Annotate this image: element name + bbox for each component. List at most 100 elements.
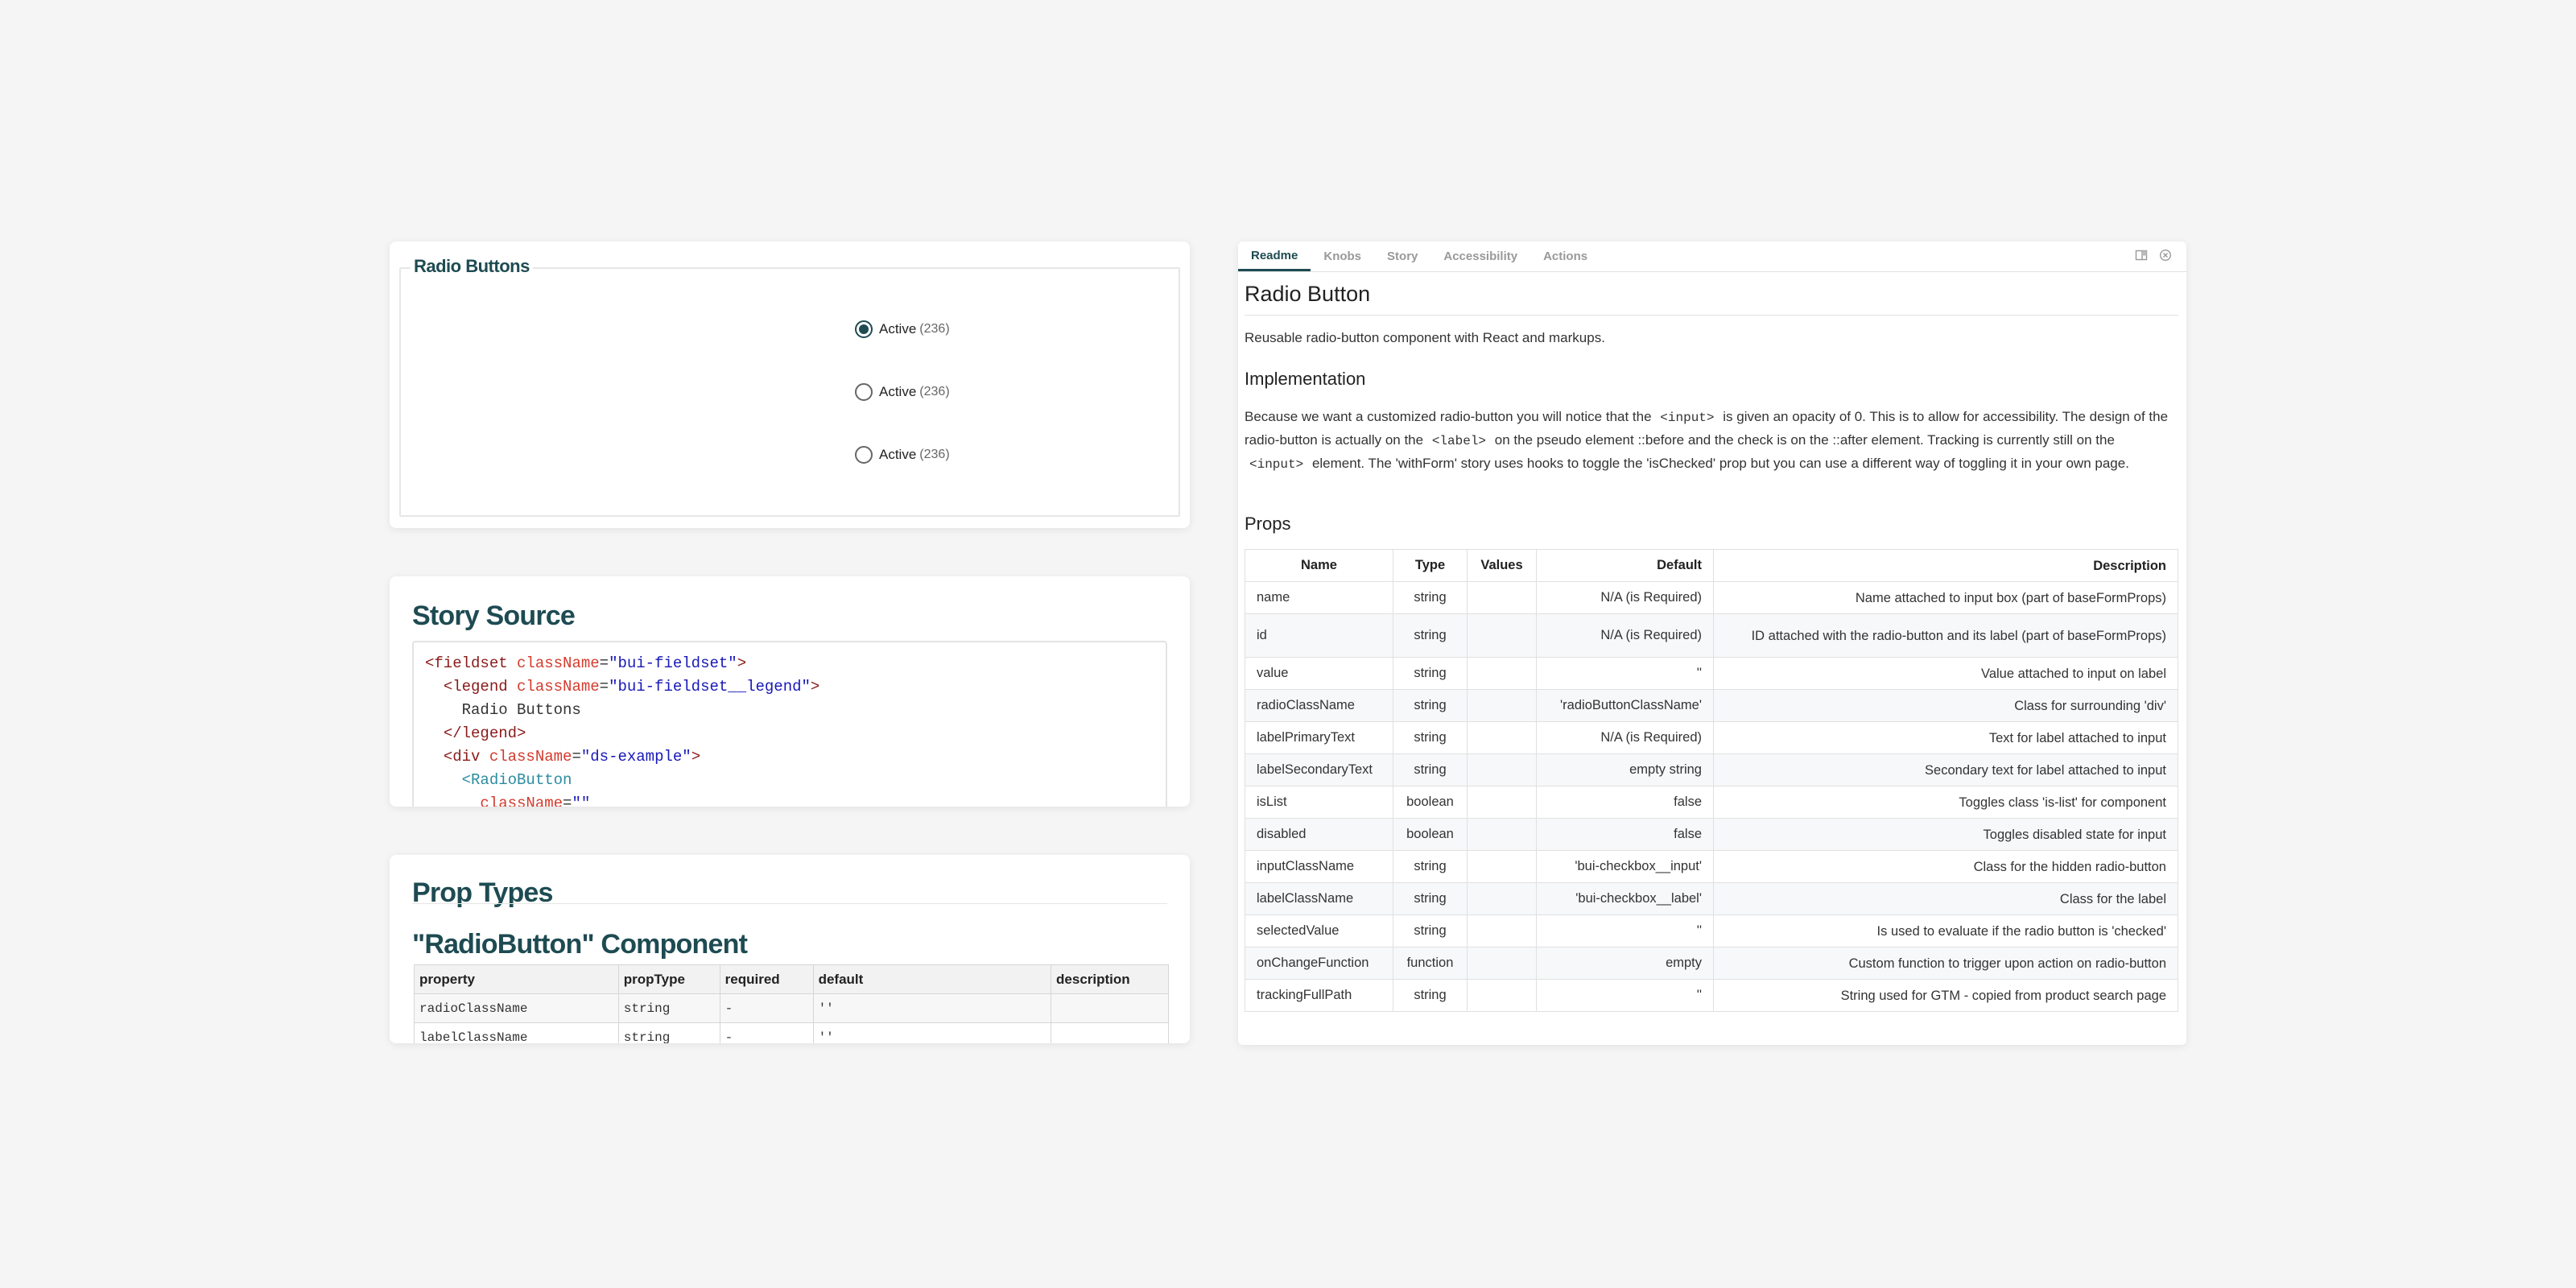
table-cell	[1467, 786, 1537, 819]
table-cell: labelSecondaryText	[1245, 753, 1393, 786]
table-row: isList boolean false Toggles class 'is-list…	[1245, 786, 2178, 819]
radio-checked-indicator[interactable]	[855, 320, 873, 338]
code-token: <RadioButton	[461, 771, 572, 789]
story-source-title: Story Source	[412, 601, 576, 631]
table-cell: ''	[812, 993, 1052, 1023]
code-token: <legend	[443, 678, 518, 696]
table-row: name string N/A (is Required) Name attached…	[1245, 581, 2178, 614]
code-token: ""	[572, 795, 591, 807]
table-cell	[1467, 818, 1537, 851]
column-header: required	[719, 964, 814, 994]
table-row: labelSecondaryText string empty string Seco…	[1245, 753, 2178, 786]
table-cell: 'bui-checkbox__label'	[1536, 882, 1714, 915]
table-cell: 'radioButtonClassName'	[1536, 689, 1714, 722]
table-cell: value	[1245, 657, 1393, 690]
radio-option[interactable]: Active (236)	[855, 446, 950, 464]
code-token: =	[563, 795, 572, 807]
radio-option[interactable]: Active (236)	[855, 320, 950, 338]
table-row: labelPrimaryText string N/A (is Required) T…	[1245, 721, 2178, 754]
component-title: "RadioButton" Component	[412, 929, 748, 960]
code-token: =	[572, 748, 581, 766]
panel-layout-icon[interactable]	[2135, 249, 2148, 262]
table-row: inputClassName string 'bui-checkbox__input…	[1245, 850, 2178, 883]
code-token: >	[737, 654, 747, 672]
table-cell	[1467, 613, 1537, 658]
implementation-heading: Implementation	[1245, 369, 1366, 389]
table-cell: radioClassName	[414, 993, 619, 1023]
code-token: "bui-fieldset"	[609, 654, 737, 672]
table-cell: Name attached to input box (part of base…	[1713, 581, 2178, 614]
table-cell: string	[1393, 657, 1468, 690]
table-cell: Is used to evaluate if the radio button …	[1713, 914, 2178, 947]
table-row: trackingFullPath string '' String used for …	[1245, 979, 2178, 1012]
table-cell: -	[719, 993, 814, 1023]
table-cell: isList	[1245, 786, 1393, 819]
radio-option[interactable]: Active (236)	[855, 383, 950, 401]
column-header: default	[812, 964, 1052, 994]
code-token: <div	[443, 748, 489, 766]
readme-description: Reusable radio-button component with Rea…	[1245, 330, 1605, 345]
table-cell: string	[1393, 979, 1468, 1012]
table-cell: string	[1393, 581, 1468, 614]
radio-unchecked-indicator[interactable]	[855, 446, 873, 464]
table-cell: Value attached to input on label	[1713, 657, 2178, 690]
table-row: selectedValue string '' Is used to evaluate…	[1245, 914, 2178, 947]
table-cell: string	[617, 1022, 720, 1043]
table-cell	[1467, 850, 1537, 883]
table-cell: ''	[1536, 914, 1714, 947]
prop-types-title: Prop Types	[412, 877, 553, 908]
table-cell: false	[1536, 786, 1714, 819]
column-header: description	[1051, 964, 1169, 994]
column-header: Name	[1245, 549, 1393, 582]
code-block[interactable]: <fieldset className="bui-fieldset"> <leg…	[412, 641, 1167, 807]
table-cell: Text for label attached to input	[1713, 721, 2178, 754]
code-token: Radio Buttons	[425, 701, 581, 719]
table-cell: labelPrimaryText	[1245, 721, 1393, 754]
table-row: value string '' Value attached to input on …	[1245, 657, 2178, 690]
table-cell: empty	[1536, 947, 1714, 980]
table-cell: inputClassName	[1245, 850, 1393, 883]
table-cell: string	[1393, 850, 1468, 883]
table-cell	[1467, 882, 1537, 915]
table-cell: ''	[1536, 657, 1714, 690]
table-row: id string N/A (is Required) ID attached wit…	[1245, 613, 2178, 658]
table-cell: trackingFullPath	[1245, 979, 1393, 1012]
tab-actions[interactable]: Actions	[1530, 242, 1600, 271]
tab-knobs[interactable]: Knobs	[1311, 242, 1374, 271]
table-cell: Custom function to trigger upon action o…	[1713, 947, 2178, 980]
code-token: </legend>	[443, 724, 526, 742]
table-cell: string	[1393, 689, 1468, 722]
column-header: Description	[1713, 549, 2178, 582]
props-heading: Props	[1245, 514, 1291, 534]
code-token: "ds-example"	[580, 748, 691, 766]
radio-fieldset	[399, 267, 1180, 517]
table-cell: labelClassName	[414, 1022, 619, 1043]
table-row: labelClassName string 'bui-checkbox__label…	[1245, 882, 2178, 915]
table-cell: labelClassName	[1245, 882, 1393, 915]
table-cell: Toggles disabled state for input	[1713, 818, 2178, 851]
tab-accessibility[interactable]: Accessibility	[1430, 242, 1530, 271]
table-cell	[1467, 753, 1537, 786]
table-cell: disabled	[1245, 818, 1393, 851]
table-cell: string	[1393, 914, 1468, 947]
radio-label-secondary: (236)	[919, 448, 950, 461]
table-cell: ''	[812, 1022, 1052, 1043]
code-line: <RadioButton	[425, 769, 1154, 792]
table-cell: string	[1393, 613, 1468, 658]
tab-story[interactable]: Story	[1374, 242, 1430, 271]
code-token: >	[691, 748, 701, 766]
tab-readme[interactable]: Readme	[1238, 242, 1311, 271]
radio-label-secondary: (236)	[919, 322, 950, 336]
readme-title: Radio Button	[1245, 282, 2178, 316]
table-row: disabled boolean false Toggles disabled sta…	[1245, 818, 2178, 851]
radio-unchecked-indicator[interactable]	[855, 383, 873, 401]
table-cell: selectedValue	[1245, 914, 1393, 947]
code-line: <div className="ds-example">	[425, 745, 1154, 769]
table-cell: string	[1393, 753, 1468, 786]
close-icon[interactable]	[2159, 249, 2172, 262]
table-cell: boolean	[1393, 818, 1468, 851]
